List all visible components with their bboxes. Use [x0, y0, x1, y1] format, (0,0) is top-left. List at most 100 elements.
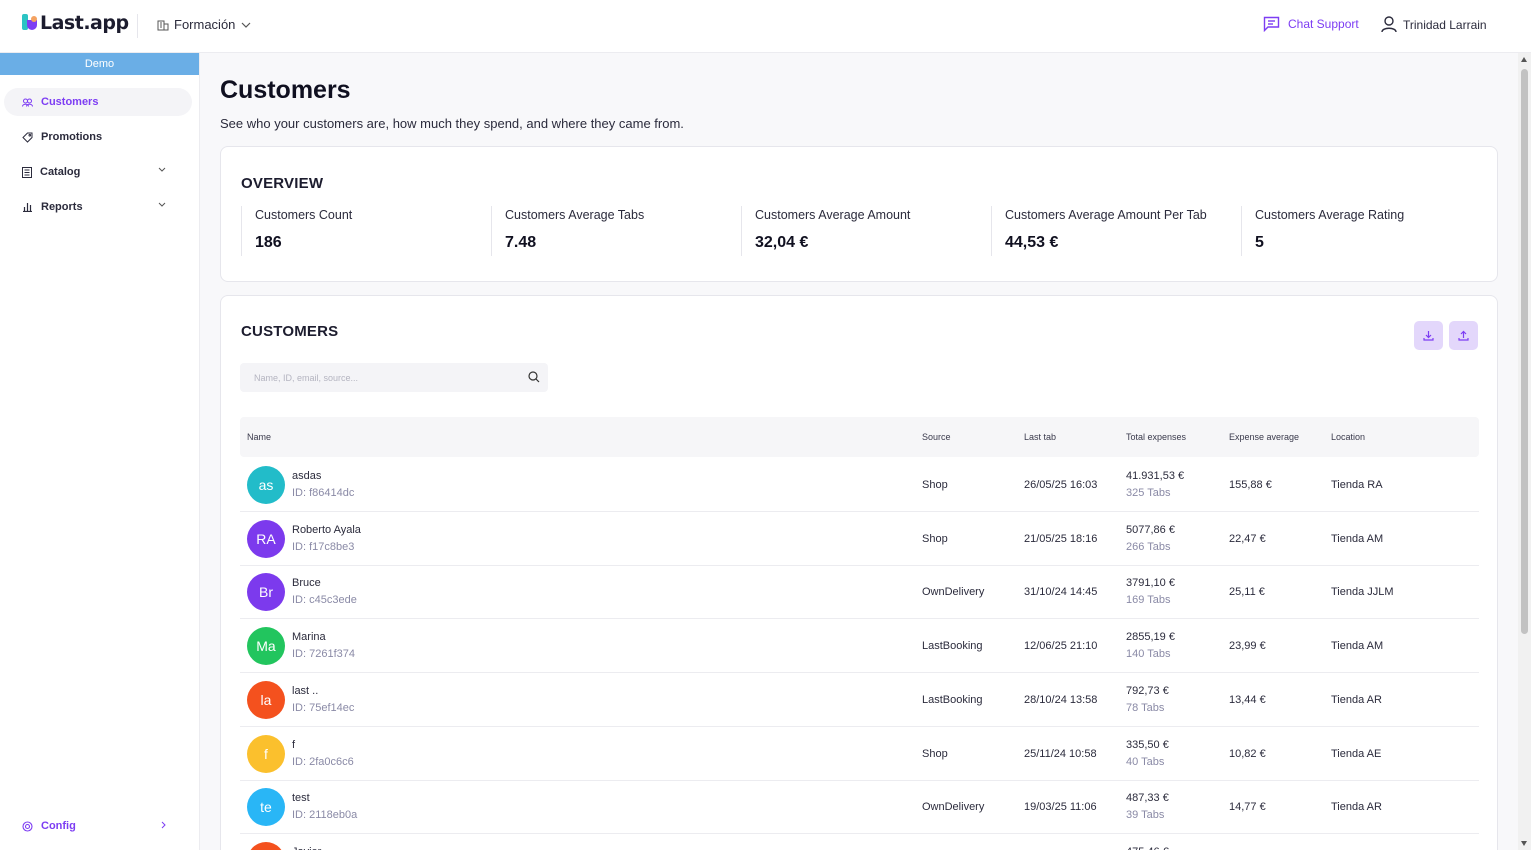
stat-label: Customers Average Amount: [755, 208, 911, 222]
customer-id: ID: c45c3ede: [292, 594, 357, 607]
chat-support-button[interactable]: Chat Support: [1263, 16, 1359, 32]
customer-name[interactable]: f: [292, 739, 295, 751]
table-row[interactable]: as asdas ID: f86414dc Shop 26/05/25 16:03 41.…: [240, 458, 1479, 512]
customer-source: LastBooking: [922, 693, 983, 706]
sidebar-item-label: Customers: [41, 96, 99, 108]
sidebar-item-customers[interactable]: Customers: [4, 88, 192, 116]
column-header-expense-average[interactable]: Expense average: [1229, 432, 1299, 442]
demo-banner: Demo: [0, 53, 199, 75]
page-subtitle: See who your customers are, how much the…: [220, 116, 684, 131]
stat-average-amount: Customers Average Amount 32,04 €: [741, 206, 977, 256]
customer-name[interactable]: Roberto Ayala: [292, 524, 361, 536]
customer-id: ID: 7261f374: [292, 648, 355, 661]
sidebar-item-config[interactable]: Config: [4, 812, 192, 840]
column-header-source[interactable]: Source: [922, 432, 951, 442]
search-icon[interactable]: [528, 371, 540, 383]
avatar: Ma: [247, 627, 285, 666]
settings-icon: [22, 820, 33, 832]
column-header-name[interactable]: Name: [247, 432, 271, 442]
customer-tabs-count: 169 Tabs: [1126, 594, 1171, 607]
search-input[interactable]: [240, 363, 510, 392]
customer-location: Tienda JJLM: [1331, 586, 1394, 599]
table-row[interactable]: Javier 475,46 €: [240, 834, 1479, 850]
customer-expense-average: 25,11 €: [1229, 586, 1265, 599]
chevron-down-icon: [241, 22, 251, 28]
column-header-total-expenses[interactable]: Total expenses: [1126, 432, 1186, 442]
customer-search[interactable]: [240, 363, 548, 392]
customer-source: Shop: [922, 532, 948, 545]
sidebar-item-label: Config: [41, 820, 76, 832]
sidebar-item-label: Reports: [41, 201, 83, 213]
scroll-down-arrow-icon[interactable]: [1521, 841, 1527, 846]
page-scrollbar[interactable]: [1518, 53, 1531, 850]
customer-expense-average: 155,88 €: [1229, 479, 1272, 491]
stat-average-tabs: Customers Average Tabs 7.48: [491, 206, 727, 256]
chevron-down-icon: [158, 202, 166, 207]
stat-average-amount-per-tab: Customers Average Amount Per Tab 44,53 €: [991, 206, 1227, 256]
table-row[interactable]: Ma Marina ID: 7261f374 LastBooking 12/06/25 …: [240, 619, 1479, 674]
customer-expense-average: 14,77 €: [1229, 801, 1266, 814]
download-button[interactable]: [1414, 321, 1443, 350]
customer-expense-average: 23,99 €: [1229, 640, 1266, 653]
app-logo[interactable]: Last.app: [22, 12, 129, 34]
sidebar-item-promotions[interactable]: Promotions: [4, 123, 192, 151]
scroll-up-arrow-icon[interactable]: [1521, 57, 1527, 62]
building-icon: [157, 20, 169, 30]
sidebar-item-reports[interactable]: Reports: [4, 193, 192, 221]
customer-id: ID: f17c8be3: [292, 540, 355, 553]
customer-location: Tienda AE: [1331, 747, 1382, 760]
sidebar: Demo Customers Promotions Catalog Report…: [0, 53, 200, 850]
page-title: Customers: [220, 76, 351, 104]
customer-name[interactable]: last ..: [292, 685, 318, 697]
table-row[interactable]: la last .. ID: 75ef14ec LastBooking 28/10/24…: [240, 673, 1479, 727]
customer-location: Tienda AR: [1331, 693, 1382, 706]
customers-title: CUSTOMERS: [241, 323, 339, 340]
customer-tabs-count: 325 Tabs: [1126, 487, 1171, 499]
stat-value: 32,04 €: [755, 234, 809, 251]
column-header-last-tab[interactable]: Last tab: [1024, 432, 1056, 442]
stat-label: Customers Average Rating: [1255, 208, 1405, 222]
customer-location: Tienda AM: [1331, 532, 1384, 545]
table-row[interactable]: RA Roberto Ayala ID: f17c8be3 Shop 21/05/25 …: [240, 512, 1479, 566]
customer-name[interactable]: asdas: [292, 470, 321, 482]
customer-total-expenses: 3791,10 €: [1126, 577, 1175, 590]
user-name: Trinidad Larrain: [1403, 17, 1487, 32]
bar-chart-icon: [23, 203, 32, 212]
sidebar-item-label: Catalog: [40, 166, 81, 178]
stat-value: 186: [255, 234, 282, 251]
customer-id: ID: f86414dc: [292, 487, 355, 499]
customer-name[interactable]: Bruce: [292, 577, 321, 589]
customer-last-tab: 28/10/24 13:58: [1024, 693, 1098, 706]
customer-last-tab: 21/05/25 18:16: [1024, 532, 1098, 545]
user-menu[interactable]: Trinidad Larrain: [1381, 16, 1487, 33]
customer-tabs-count: 140 Tabs: [1126, 648, 1171, 661]
column-header-location[interactable]: Location: [1331, 432, 1365, 442]
stat-average-rating: Customers Average Rating 5: [1241, 206, 1477, 256]
stat-value: 5: [1255, 234, 1264, 251]
customer-id: ID: 2118eb0a: [292, 809, 358, 822]
customer-total-expenses: 487,33 €: [1126, 792, 1169, 805]
customer-expense-average: 22,47 €: [1229, 532, 1266, 545]
sidebar-item-catalog[interactable]: Catalog: [4, 158, 192, 186]
table-row[interactable]: te test ID: 2118eb0a OwnDelivery 19/03/25 11…: [240, 780, 1479, 835]
customer-total-expenses: 475,46 €: [1126, 846, 1169, 850]
customer-last-tab: 12/06/25 21:10: [1024, 640, 1098, 653]
stat-label: Customers Average Amount Per Tab: [1005, 208, 1207, 222]
upload-button[interactable]: [1449, 321, 1478, 350]
customer-name[interactable]: test: [292, 792, 310, 804]
table-row[interactable]: Br Bruce ID: c45c3ede OwnDelivery 31/10/24 1…: [240, 565, 1479, 620]
table-row[interactable]: f f ID: 2fa0c6c6 Shop 25/11/24 10:58 335,50 €…: [240, 727, 1479, 781]
customer-tabs-count: 78 Tabs: [1126, 701, 1165, 714]
customer-name[interactable]: Marina: [292, 631, 326, 643]
customer-name[interactable]: Javier: [292, 846, 321, 850]
users-icon: [22, 98, 33, 107]
organization-selector[interactable]: Formación: [157, 17, 256, 32]
customer-expense-average: 13,44 €: [1229, 693, 1266, 706]
customer-location: Tienda AM: [1331, 640, 1384, 653]
customer-total-expenses: 5077,86 €: [1126, 523, 1175, 536]
stat-label: Customers Count: [255, 208, 353, 222]
avatar: Br: [247, 573, 285, 612]
scrollbar-thumb[interactable]: [1521, 69, 1528, 634]
customer-source: OwnDelivery: [922, 586, 985, 599]
customer-total-expenses: 2855,19 €: [1126, 631, 1175, 644]
